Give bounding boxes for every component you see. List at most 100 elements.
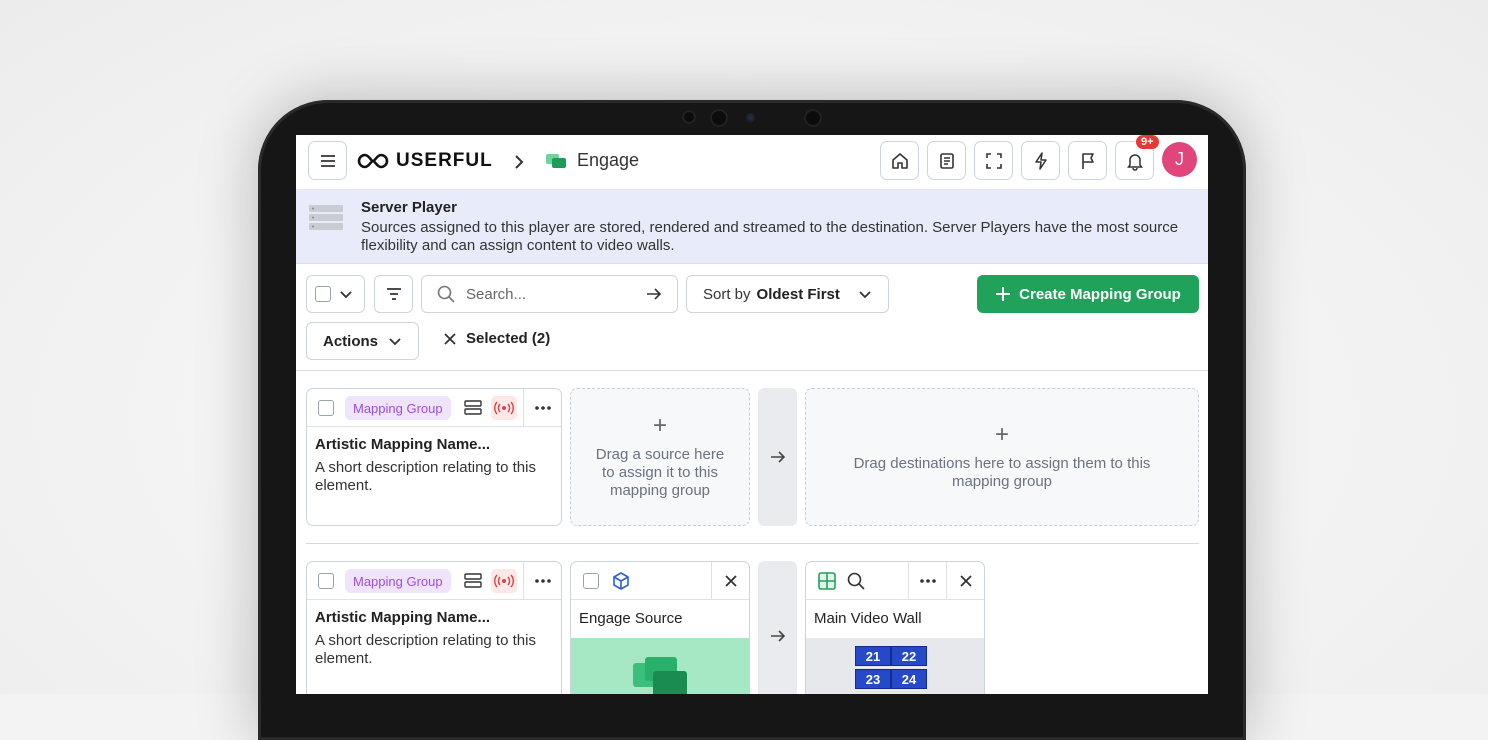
wall-cell: 21 bbox=[855, 646, 891, 666]
engage-icon bbox=[633, 657, 687, 694]
remove-source-button[interactable] bbox=[711, 562, 749, 600]
selected-label: Selected (2) bbox=[466, 330, 551, 347]
avatar[interactable]: J bbox=[1162, 142, 1197, 177]
remove-destination-button[interactable] bbox=[946, 562, 984, 600]
book-icon bbox=[939, 152, 954, 169]
filter-icon bbox=[386, 288, 401, 300]
home-button[interactable] bbox=[880, 141, 919, 180]
source-drop-text: Drag a source here to assign it to this … bbox=[595, 446, 725, 499]
destination-card[interactable]: Main Video Wall 21 22 23 24 bbox=[805, 561, 985, 694]
card-title: Artistic Mapping Name... bbox=[315, 609, 491, 626]
create-label: Create Mapping Group bbox=[1019, 285, 1181, 303]
chevron-down-icon bbox=[340, 291, 352, 299]
mapping-arrow bbox=[758, 388, 797, 526]
logo-text: USERFUL bbox=[396, 150, 493, 171]
source-checkbox[interactable] bbox=[583, 573, 599, 589]
destination-card-header bbox=[806, 562, 984, 600]
broadcast-icon bbox=[494, 401, 514, 415]
camera-lens-right bbox=[804, 109, 822, 127]
wall-cell: 23 bbox=[855, 669, 891, 689]
card-header: Mapping Group bbox=[307, 389, 561, 427]
toolbar-divider bbox=[296, 370, 1208, 371]
card-description: A short description relating to this ele… bbox=[315, 459, 536, 494]
actions-dropdown[interactable]: Actions bbox=[306, 322, 419, 360]
search-input[interactable]: Search... bbox=[466, 286, 635, 303]
docs-button[interactable] bbox=[927, 141, 966, 180]
camera-dot bbox=[682, 110, 696, 124]
broadcast-status bbox=[491, 396, 517, 420]
more-button[interactable] bbox=[523, 389, 561, 427]
destination-name: Main Video Wall bbox=[814, 610, 922, 627]
more-icon bbox=[534, 406, 551, 410]
server-icon bbox=[464, 400, 482, 415]
mapping-arrow bbox=[758, 561, 797, 694]
mapping-group-card[interactable]: Mapping Group Artistic Mapping Name... A… bbox=[306, 388, 562, 526]
close-icon bbox=[959, 575, 972, 587]
select-all-checkbox[interactable] bbox=[315, 286, 331, 302]
info-banner: Server Player Sources assigned to this p… bbox=[296, 190, 1208, 264]
plus-icon bbox=[996, 287, 1011, 301]
source-drop-zone[interactable]: + Drag a source here to assign it to thi… bbox=[570, 388, 750, 526]
source-preview bbox=[571, 638, 749, 694]
create-mapping-group-button[interactable]: Create Mapping Group bbox=[977, 275, 1199, 313]
plus-icon: + bbox=[652, 412, 667, 439]
filter-button[interactable] bbox=[374, 275, 413, 313]
report-button[interactable] bbox=[1068, 141, 1107, 180]
camera-lens bbox=[710, 109, 728, 127]
banner-text: Sources assigned to this player are stor… bbox=[361, 219, 1179, 254]
card-title: Artistic Mapping Name... bbox=[315, 436, 491, 453]
quick-actions-button[interactable] bbox=[1021, 141, 1060, 180]
card-description: A short description relating to this ele… bbox=[315, 632, 536, 667]
server-icon bbox=[309, 205, 343, 230]
row-checkbox[interactable] bbox=[318, 573, 334, 589]
search-icon bbox=[437, 285, 455, 303]
bolt-icon bbox=[1034, 151, 1047, 170]
destination-more-button[interactable] bbox=[908, 562, 946, 600]
mapping-group-card[interactable]: Mapping Group Artistic Mapping Name... A… bbox=[306, 561, 562, 694]
search-icon[interactable] bbox=[846, 571, 866, 591]
more-icon bbox=[919, 579, 936, 583]
more-button[interactable] bbox=[523, 562, 561, 600]
menu-icon bbox=[320, 154, 335, 167]
engage-icon bbox=[546, 153, 566, 168]
top-bar: USERFUL Engage 9+ J bbox=[296, 135, 1208, 190]
select-all-dropdown[interactable] bbox=[306, 275, 365, 313]
sort-label: Sort by bbox=[703, 285, 751, 303]
arrow-right-icon bbox=[770, 451, 785, 463]
selected-chip[interactable]: Selected (2) bbox=[443, 330, 550, 347]
close-icon[interactable] bbox=[443, 332, 457, 346]
source-card[interactable]: Engage Source bbox=[570, 561, 750, 694]
arrow-right-icon bbox=[770, 630, 785, 642]
cube-icon bbox=[613, 572, 629, 590]
wall-cell: 24 bbox=[891, 669, 927, 689]
fullscreen-button[interactable] bbox=[974, 141, 1013, 180]
row-checkbox[interactable] bbox=[318, 400, 334, 416]
home-icon bbox=[891, 152, 908, 169]
plus-icon: + bbox=[994, 421, 1009, 448]
destination-drop-zone[interactable]: + Drag destinations here to assign them … bbox=[805, 388, 1199, 526]
sort-text: Sort by Oldest First bbox=[703, 286, 840, 303]
camera-sensor bbox=[746, 113, 755, 122]
close-icon bbox=[724, 575, 737, 587]
mapping-group-tag: Mapping Group bbox=[345, 569, 451, 593]
video-wall-preview: 21 22 23 24 bbox=[806, 638, 984, 694]
menu-button[interactable] bbox=[308, 141, 347, 180]
chevron-down-icon bbox=[859, 291, 871, 299]
search-field[interactable]: Search... bbox=[421, 275, 678, 313]
chevron-down-icon bbox=[389, 338, 401, 346]
app-screen: USERFUL Engage 9+ J Server Player Source… bbox=[296, 135, 1208, 694]
arrow-right-icon[interactable] bbox=[645, 285, 663, 303]
sort-dropdown[interactable]: Sort by Oldest First bbox=[686, 275, 889, 313]
breadcrumb-label: Engage bbox=[577, 150, 640, 170]
flag-icon bbox=[1081, 152, 1094, 169]
grid-icon bbox=[818, 572, 836, 590]
infinity-logo-icon bbox=[357, 153, 389, 169]
userful-logo[interactable]: USERFUL bbox=[356, 150, 493, 172]
source-card-header bbox=[571, 562, 749, 600]
server-icon bbox=[464, 573, 482, 588]
breadcrumb-engage[interactable]: Engage bbox=[546, 150, 639, 171]
chevron-right-icon bbox=[515, 155, 524, 169]
broadcast-status bbox=[491, 569, 517, 593]
card-header: Mapping Group bbox=[307, 562, 561, 600]
destination-drop-text: Drag destinations here to assign them to… bbox=[853, 455, 1151, 490]
